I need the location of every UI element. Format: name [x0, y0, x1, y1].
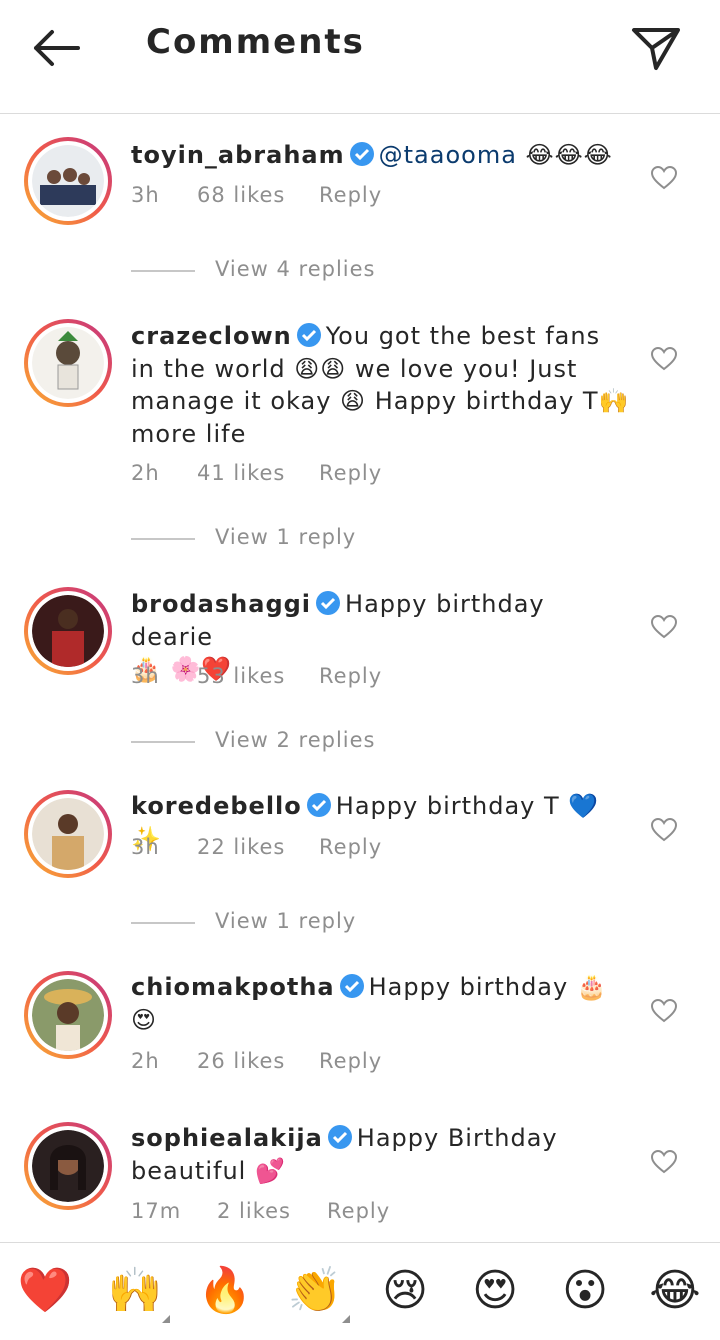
reply-button[interactable]: Reply	[319, 1049, 382, 1073]
back-arrow-icon[interactable]	[28, 24, 84, 72]
comment-time: 2h	[131, 461, 160, 485]
likes-count[interactable]: 22 likes	[197, 835, 285, 859]
mention-link[interactable]: @taaooma	[379, 141, 517, 169]
comment-text: sophiealakija Happy Birthday beautiful 💕	[131, 1122, 631, 1187]
comment-time: 17m	[131, 1199, 182, 1223]
share-send-icon[interactable]	[628, 22, 684, 74]
likes-count[interactable]: 68 likes	[197, 183, 285, 207]
likes-count[interactable]: 2 likes	[217, 1199, 291, 1223]
likes-count[interactable]: 26 likes	[197, 1049, 285, 1073]
skin-tone-indicator	[342, 1315, 350, 1323]
likes-count[interactable]: 53 likes	[197, 664, 285, 688]
comment-username[interactable]: sophiealakija	[131, 1124, 323, 1152]
comment-emoji: 😍	[131, 1005, 158, 1034]
view-replies-label[interactable]: View 4 replies	[215, 257, 376, 281]
verified-badge-icon	[349, 142, 374, 166]
verified-badge-icon	[327, 1125, 352, 1149]
avatar[interactable]	[24, 790, 112, 878]
header-bar: Comments	[0, 0, 720, 114]
like-heart-icon[interactable]	[651, 818, 677, 842]
reply-button[interactable]: Reply	[319, 835, 382, 859]
comment-body: in the world 😩😩 we love you! Just	[131, 354, 578, 383]
emoji-heart-eyes-button[interactable]: 😍	[467, 1265, 523, 1317]
comment-text: toyin_abraham @taaooma 😂😂😂	[131, 139, 631, 172]
avatar[interactable]	[24, 1122, 112, 1210]
comment-body: beautiful 💕	[131, 1156, 286, 1185]
verified-badge-icon	[306, 793, 331, 817]
comment-body: You got the best fans	[325, 322, 601, 350]
emoji-fire-button[interactable]: 🔥	[197, 1265, 253, 1317]
avatar-photo	[32, 145, 104, 217]
comment-username[interactable]: toyin_abraham	[131, 141, 345, 169]
comment-time: 3h	[131, 664, 160, 688]
comment-body: Happy Birthday	[356, 1124, 558, 1152]
replies-divider	[131, 538, 195, 540]
like-heart-icon[interactable]	[651, 615, 677, 639]
replies-divider	[131, 922, 195, 924]
like-heart-icon[interactable]	[651, 166, 677, 190]
like-heart-icon[interactable]	[651, 1150, 677, 1174]
comment-emoji: 😂😂😂	[525, 141, 613, 169]
view-replies-label[interactable]: View 1 reply	[215, 525, 356, 549]
comment-username[interactable]: brodashaggi	[131, 590, 311, 618]
verified-badge-icon	[296, 323, 321, 347]
view-replies-label[interactable]: View 1 reply	[215, 909, 356, 933]
replies-divider	[131, 741, 195, 743]
like-heart-icon[interactable]	[651, 999, 677, 1023]
verified-badge-icon	[339, 974, 364, 998]
emoji-surprised-button[interactable]: 😮	[557, 1265, 613, 1317]
comment-username[interactable]: crazeclown	[131, 322, 292, 350]
emoji-quick-bar: ❤️ 🙌 🔥 👏 😢 😍 😮 😂	[0, 1242, 720, 1340]
comment-body: manage it okay 😩 Happy birthday T🙌	[131, 387, 630, 415]
avatar-photo	[32, 1130, 104, 1202]
replies-divider	[131, 270, 195, 272]
avatar[interactable]	[24, 319, 112, 407]
comment-time: 3h	[131, 835, 160, 859]
avatar-photo	[32, 595, 104, 667]
avatar[interactable]	[24, 587, 112, 675]
reply-button[interactable]: Reply	[327, 1199, 390, 1223]
avatar-photo	[32, 979, 104, 1051]
view-replies-label[interactable]: View 2 replies	[215, 728, 376, 752]
comment-body: Happy birthday 🎂	[368, 973, 608, 1001]
comment-username[interactable]: chiomakpotha	[131, 973, 335, 1001]
comment-username[interactable]: koredebello	[131, 792, 302, 820]
verified-badge-icon	[316, 591, 341, 615]
likes-count[interactable]: 41 likes	[197, 461, 285, 485]
avatar[interactable]	[24, 137, 112, 225]
page-title: Comments	[146, 22, 365, 62]
skin-tone-indicator	[162, 1315, 170, 1323]
comment-time: 2h	[131, 1049, 160, 1073]
emoji-clap-button[interactable]: 👏	[287, 1265, 343, 1317]
avatar-photo	[32, 327, 104, 399]
emoji-heart-button[interactable]: ❤️	[17, 1265, 73, 1317]
comment-text: crazeclown You got the best fans in the w…	[131, 320, 631, 450]
avatar-photo	[32, 798, 104, 870]
comment-text: chiomakpotha Happy birthday 🎂 😍	[131, 971, 631, 1036]
avatar[interactable]	[24, 971, 112, 1059]
emoji-laughing-button[interactable]: 😂	[647, 1265, 703, 1317]
comment-time: 3h	[131, 183, 160, 207]
like-heart-icon[interactable]	[651, 347, 677, 371]
comment-body: more life	[131, 419, 247, 448]
emoji-crying-button[interactable]: 😢	[377, 1265, 433, 1317]
reply-button[interactable]: Reply	[319, 461, 382, 485]
reply-button[interactable]: Reply	[319, 183, 382, 207]
reply-button[interactable]: Reply	[319, 664, 382, 688]
emoji-raised-hands-button[interactable]: 🙌	[107, 1265, 163, 1317]
